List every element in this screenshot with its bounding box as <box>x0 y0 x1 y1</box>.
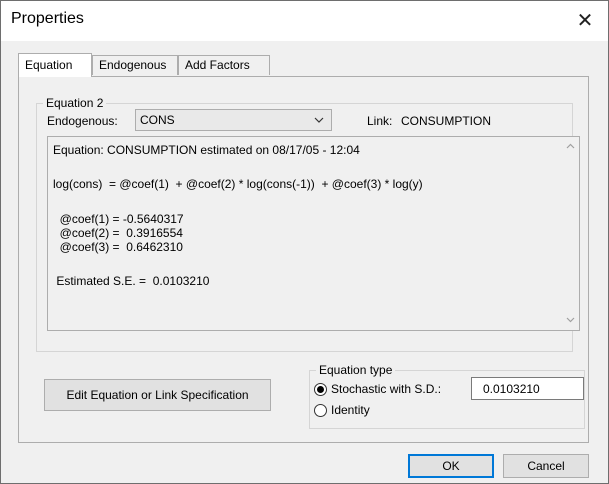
edit-equation-button[interactable]: Edit Equation or Link Specification <box>44 379 271 411</box>
tab-endogenous[interactable]: Endogenous <box>92 55 178 75</box>
scroll-up-icon[interactable] <box>566 143 575 149</box>
equation-group-legend: Equation 2 <box>43 96 107 110</box>
identity-label: Identity <box>331 403 370 417</box>
estimated-se-line: Estimated S.E. = 0.0103210 <box>53 274 210 288</box>
equation-header-line: Equation: CONSUMPTION estimated on 08/17… <box>53 143 360 157</box>
window-title: Properties <box>11 10 84 27</box>
equation-groupbox: Equation 2 Endogenous: CONS Link: CONSUM… <box>36 96 580 352</box>
link-label: Link: <box>367 114 393 128</box>
equation-text-area[interactable]: Equation: CONSUMPTION estimated on 08/17… <box>47 136 580 331</box>
edit-equation-button-label: Edit Equation or Link Specification <box>66 388 249 402</box>
identity-radio[interactable] <box>314 404 327 417</box>
tab-add-factors[interactable]: Add Factors <box>178 55 270 75</box>
equation-type-groupbox: Equation type Stochastic with S.D.: 0.01… <box>309 363 585 429</box>
cancel-button[interactable]: Cancel <box>503 454 589 478</box>
stochastic-radio[interactable] <box>314 383 327 396</box>
coef-3-line: @coef(3) = 0.6462310 <box>53 240 183 254</box>
sd-input[interactable]: 0.0103210 <box>471 377 584 400</box>
chevron-down-icon <box>314 117 324 123</box>
tab-equation[interactable]: Equation <box>18 53 92 77</box>
ok-button[interactable]: OK <box>408 454 494 478</box>
endogenous-label: Endogenous: <box>47 114 118 128</box>
title-bar: Properties ✕ <box>1 1 608 41</box>
equation-formula-line: log(cons) = @coef(1) + @coef(2) * log(co… <box>53 177 423 191</box>
endogenous-dropdown[interactable]: CONS <box>135 109 332 131</box>
stochastic-label: Stochastic with S.D.: <box>331 382 442 396</box>
dialog-button-bar: OK Cancel <box>1 444 608 483</box>
endogenous-value: CONS <box>140 113 175 127</box>
properties-dialog: Properties ✕ Equation Endogenous Add Fac… <box>0 0 609 484</box>
scroll-down-icon[interactable] <box>566 317 575 323</box>
ok-button-label: OK <box>442 459 460 473</box>
link-value: CONSUMPTION <box>401 114 491 128</box>
coef-1-line: @coef(1) = -0.5640317 <box>53 212 184 226</box>
sd-value: 0.0103210 <box>483 382 540 396</box>
cancel-button-label: Cancel <box>527 459 565 473</box>
equation-tab-panel: Equation 2 Endogenous: CONS Link: CONSUM… <box>18 76 589 443</box>
equation-type-legend: Equation type <box>316 363 396 377</box>
vertical-scrollbar[interactable] <box>562 137 579 330</box>
coef-2-line: @coef(2) = 0.3916554 <box>53 226 183 240</box>
close-icon[interactable]: ✕ <box>562 1 608 41</box>
